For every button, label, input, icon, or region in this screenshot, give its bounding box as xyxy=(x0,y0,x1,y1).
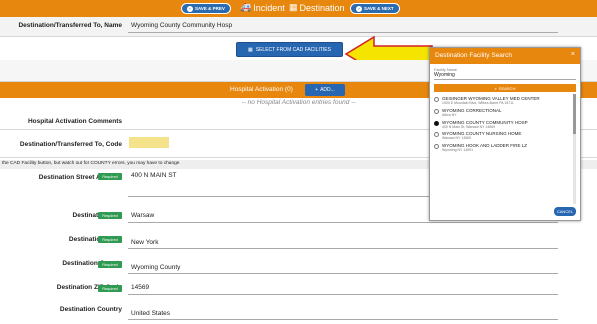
save-next-label: SAVE & NEXT xyxy=(364,6,394,11)
radio-button[interactable] xyxy=(434,108,439,114)
select-cad-facilities-button[interactable]: ▦ SELECT FROM CAD FACILITIES xyxy=(236,42,343,57)
cancel-button[interactable]: CANCEL xyxy=(554,207,576,216)
tab-destination[interactable]: ▦ Destination xyxy=(289,2,345,13)
save-prev-button[interactable]: ‹ SAVE & PREV xyxy=(181,3,231,14)
county-underline xyxy=(128,273,558,274)
search-icon: ⌕ xyxy=(494,85,497,91)
required-badge: Required xyxy=(98,285,122,292)
search-button[interactable]: ⌕ SEARCH xyxy=(434,84,576,92)
arrow-left-icon: ‹ xyxy=(187,5,193,12)
city-value[interactable]: Warsaw xyxy=(131,212,154,219)
dest-name-underline xyxy=(128,32,558,33)
facility-option-address: Warsaw NY 14569 xyxy=(442,136,471,140)
radio-button[interactable] xyxy=(434,131,439,137)
facility-option[interactable]: WYOMING COUNTY NURSING HOME Warsaw NY 145… xyxy=(434,131,521,140)
arrow-right-icon: › xyxy=(356,5,362,12)
required-badge: Required xyxy=(98,212,122,219)
state-underline xyxy=(128,248,558,249)
save-prev-label: SAVE & PREV xyxy=(195,6,225,11)
facility-name-input[interactable]: Wyoming xyxy=(434,72,576,80)
dest-name-label: Destination/Transferred To, Name xyxy=(18,22,122,29)
tab-incident[interactable]: 🚑 Incident xyxy=(240,2,285,13)
city-underline xyxy=(128,222,558,223)
close-icon[interactable]: × xyxy=(571,51,575,58)
facility-option[interactable]: GEISINGER WYOMING VALLEY MED CENTER 1000 … xyxy=(434,96,540,105)
dest-code-label: Destination/Transferred To, Code xyxy=(19,141,122,148)
facility-option-address: 1000 E Mountain Blvd, Wilkes-Barre PA 18… xyxy=(442,101,514,105)
building-icon: ▦ xyxy=(289,2,298,12)
dest-code-input[interactable] xyxy=(129,137,169,148)
top-toolbar: ‹ SAVE & PREV 🚑 Incident ▦ Destination ›… xyxy=(0,0,597,17)
building-icon: ▦ xyxy=(248,46,253,53)
add-label: ADD... xyxy=(320,87,335,93)
modal-header: Destination Facility Search × xyxy=(430,48,580,64)
scrollbar[interactable] xyxy=(573,94,576,204)
radio-button[interactable] xyxy=(434,96,439,102)
dest-name-value[interactable]: Wyoming County Community Hosp xyxy=(131,22,232,29)
radio-button[interactable] xyxy=(434,143,439,149)
facility-option-address: 400 N Main St, Warsaw NY 14569 xyxy=(442,125,496,129)
facility-option[interactable]: WYOMING COUNTY COMMUNITY HOSP 400 N Main … xyxy=(434,120,528,129)
required-badge: Required xyxy=(98,261,122,268)
save-next-button[interactable]: › SAVE & NEXT xyxy=(350,3,400,14)
country-value[interactable]: United States xyxy=(131,310,170,317)
search-label: SEARCH xyxy=(498,85,516,91)
street-value[interactable]: 400 N MAIN ST xyxy=(131,172,177,179)
tab-destination-label: Destination xyxy=(299,2,345,13)
radio-button[interactable] xyxy=(434,120,439,126)
facility-option[interactable]: WYOMING HOOK AND LADDER FIRE LZ Wyoming N… xyxy=(434,143,527,152)
facility-option-address: Attica NY xyxy=(442,113,457,117)
add-activation-button[interactable]: + ADD... xyxy=(305,84,345,96)
hosp-comments-label: Hospital Activation Comments xyxy=(27,118,122,125)
hospital-activation-title: Hospital Activation (0) xyxy=(230,86,293,93)
tab-incident-label: Incident xyxy=(253,2,285,13)
plus-icon: + xyxy=(315,87,319,93)
county-value[interactable]: Wyoming County xyxy=(131,264,180,271)
country-underline xyxy=(128,319,558,320)
modal-title: Destination Facility Search xyxy=(435,52,512,59)
scrollbar-thumb[interactable] xyxy=(573,94,576,134)
facility-search-modal: Destination Facility Search × Facility N… xyxy=(429,47,581,221)
required-badge: Required xyxy=(98,236,122,243)
facility-option[interactable]: WYOMING CORRECTIONAL Attica NY xyxy=(434,108,502,117)
ambulance-icon: 🚑 xyxy=(240,2,252,12)
required-badge: Required xyxy=(98,173,122,180)
zip-underline xyxy=(128,294,558,295)
facility-option-address: Wyoming NY 14591 xyxy=(442,148,474,152)
zip-value[interactable]: 14569 xyxy=(131,284,149,291)
select-cad-label: SELECT FROM CAD FACILITIES xyxy=(255,46,331,53)
country-label: Destination Country xyxy=(59,306,122,313)
state-value[interactable]: New York xyxy=(131,239,158,246)
